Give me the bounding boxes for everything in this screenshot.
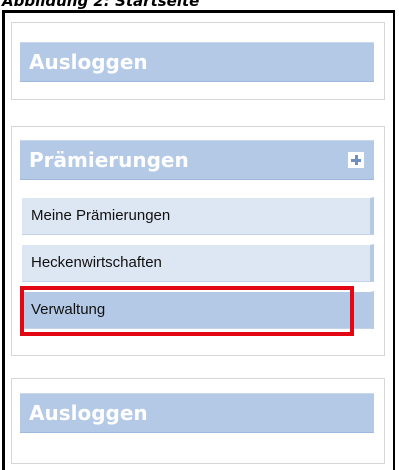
- menu-item-hedge-taverns[interactable]: Heckenwirtschaften: [22, 244, 374, 282]
- logout-header-top[interactable]: Ausloggen: [20, 42, 374, 82]
- awards-header-label: Prämierungen: [29, 148, 189, 172]
- highlight-box: [20, 286, 354, 336]
- menu-item-my-awards[interactable]: Meine Prämierungen: [22, 197, 374, 235]
- figure-caption: Abbildung 2: Startseite: [2, 0, 200, 10]
- awards-header[interactable]: Prämierungen: [20, 140, 374, 180]
- logout-header-bottom[interactable]: Ausloggen: [20, 393, 374, 433]
- plus-icon[interactable]: [348, 152, 364, 168]
